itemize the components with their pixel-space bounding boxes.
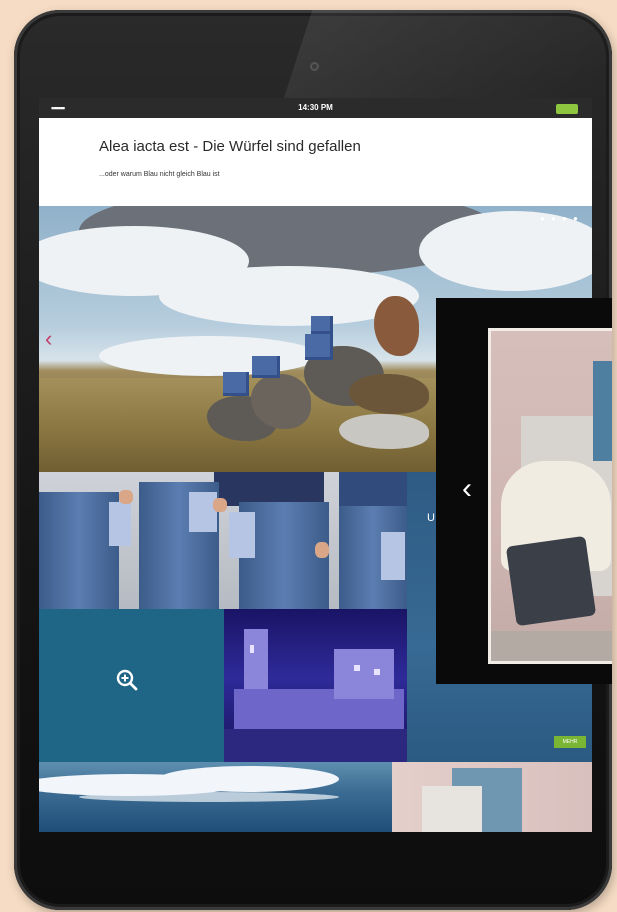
battery-icon	[556, 104, 578, 114]
blue-cube	[305, 334, 333, 360]
floor	[491, 631, 612, 661]
hand	[119, 490, 133, 504]
rock	[374, 296, 419, 356]
hand	[213, 498, 227, 512]
chevron-left-icon[interactable]: ‹	[45, 328, 52, 350]
lightbox-image[interactable]	[488, 328, 612, 664]
tablet-device: ▪▪▪▪▪▪ 14:30 PM Alea iacta est - Die Wür…	[14, 10, 612, 910]
jeans	[39, 492, 119, 609]
blue-cube	[311, 316, 333, 334]
wave-foam	[159, 766, 339, 792]
cloud	[99, 336, 319, 376]
panel-text: U	[427, 512, 435, 524]
color-card	[189, 492, 217, 532]
chevron-left-icon[interactable]: ‹	[462, 474, 472, 504]
blue-cube	[252, 356, 280, 378]
building	[334, 649, 394, 699]
jeans-photo[interactable]	[39, 472, 407, 609]
more-badge[interactable]: MEHR	[554, 736, 586, 748]
light	[250, 645, 254, 653]
night-building-photo[interactable]	[224, 609, 407, 762]
blue-cube	[223, 372, 249, 396]
wall-panel	[422, 786, 482, 832]
color-card	[109, 502, 131, 546]
ocean-wave-photo[interactable]	[39, 762, 392, 832]
zoom-tile[interactable]	[39, 609, 224, 762]
color-card	[381, 532, 405, 580]
zoom-in-icon[interactable]	[116, 669, 138, 691]
lightbox-overlay[interactable]: ‹	[436, 298, 612, 684]
status-time: 14:30 PM	[298, 103, 333, 112]
shirt	[214, 472, 324, 506]
slide-indicator[interactable]: ● ● ● ●	[540, 214, 580, 223]
hand	[315, 542, 329, 558]
page-title: Alea iacta est - Die Würfel sind gefalle…	[99, 138, 361, 155]
wall-panel	[593, 361, 612, 461]
cloud	[419, 211, 592, 291]
page-subtitle: ...oder warum Blau nicht gleich Blau ist	[99, 171, 220, 178]
color-card	[229, 512, 255, 558]
front-camera	[310, 62, 319, 71]
interior-photo[interactable]	[392, 762, 592, 832]
status-bar: ▪▪▪▪▪▪ 14:30 PM	[39, 98, 592, 118]
throw-blanket	[505, 535, 597, 627]
light	[354, 665, 360, 671]
water-reflection	[224, 729, 407, 762]
article-header: Alea iacta est - Die Würfel sind gefalle…	[39, 118, 592, 206]
wave-foam	[79, 792, 339, 802]
light	[374, 669, 380, 675]
